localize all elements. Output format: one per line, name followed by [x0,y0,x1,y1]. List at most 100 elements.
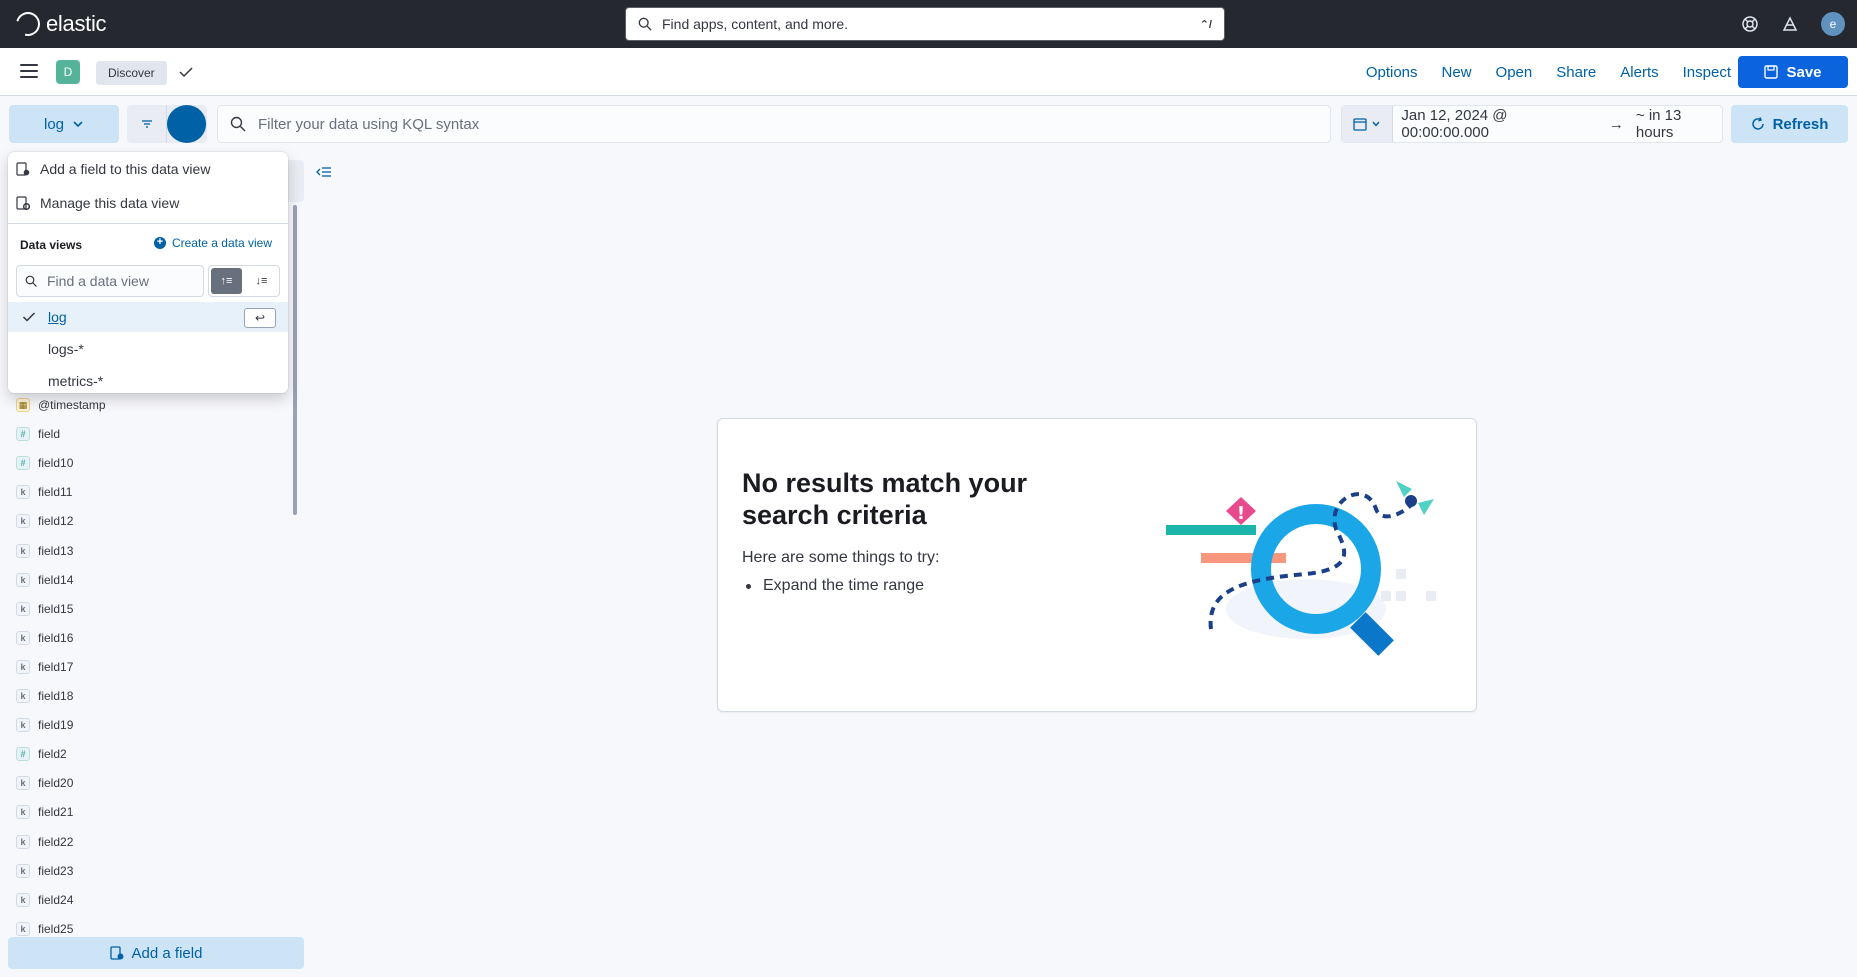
field-name: field10 [38,456,74,470]
field-name: field17 [38,660,74,674]
query-actions: + [127,105,207,143]
plus-icon: + [167,105,207,143]
collapse-sidebar-icon[interactable] [316,164,332,180]
field-list-item[interactable]: # field10 [16,452,73,474]
kql-search-input[interactable]: Filter your data using KQL syntax [217,105,1331,143]
data-view-option-label: log [48,309,67,325]
global-search-input[interactable]: Find apps, content, and more. ⌃/ [625,7,1225,41]
field-list-item[interactable]: k field11 [16,481,72,503]
refresh-button[interactable]: Refresh [1731,105,1848,143]
brand-name: elastic [46,11,107,36]
add-filter-button[interactable]: + [167,105,207,143]
start-date[interactable]: Jan 12, 2024 @ 00:00:00.000 [1401,107,1597,141]
quick-select-button[interactable] [1342,106,1394,142]
elastic-logo-icon [11,7,45,41]
field-list-item[interactable]: k field15 [16,598,73,620]
field-list-item[interactable]: k field16 [16,627,73,649]
options-link[interactable]: Options [1366,64,1418,81]
keyword-field-icon: k [16,660,30,674]
chevron-down-icon [73,121,83,128]
field-list-item[interactable]: # field2 [16,743,67,765]
global-search-placeholder: Find apps, content, and more. [662,16,848,32]
field-list-item[interactable]: k field13 [16,540,73,562]
field-name: field21 [38,805,74,819]
help-icon[interactable] [1741,15,1759,33]
sort-descending-icon[interactable]: ↓≡ [244,266,279,296]
add-field-button[interactable]: Add a field [8,937,304,969]
add-field-to-data-view-item[interactable]: Add a field to this data view [8,152,288,186]
add-field-to-data-view-label: Add a field to this data view [40,161,211,177]
field-list-item[interactable]: k field18 [16,685,73,707]
field-list-item[interactable]: k field22 [16,831,73,853]
date-field-icon: ▦ [16,398,30,412]
breadcrumb[interactable]: Discover [96,61,167,85]
add-field-icon [109,946,124,960]
data-view-picker-button[interactable]: log [9,105,119,143]
field-list-item[interactable]: k field24 [16,889,73,911]
news-feed-icon[interactable] [1781,15,1799,33]
field-list-item[interactable]: # field [16,423,60,445]
field-list-item[interactable]: k field21 [16,801,73,823]
save-button[interactable]: Save [1738,56,1848,88]
plus-icon: + [153,237,166,249]
keyword-field-icon: k [16,893,30,907]
app-header: D Discover Options New Open Share Alerts… [0,48,1857,96]
new-link[interactable]: New [1442,64,1472,81]
end-date[interactable]: ~ in 13 hours [1636,107,1722,141]
menu-toggle-icon[interactable] [20,64,38,78]
field-name: field25 [38,922,74,936]
number-field-icon: # [16,747,30,761]
suggestion-item: Expand the time range [746,577,924,595]
user-avatar[interactable]: e [1821,12,1845,36]
elastic-logo[interactable]: elastic [11,7,107,41]
data-view-search-placeholder: Find a data view [47,273,149,289]
field-name: field23 [38,864,74,878]
field-name: @timestamp [38,398,106,412]
bullet [746,583,751,589]
keyword-field-icon: k [16,602,30,616]
field-name: field24 [38,893,74,907]
data-view-option-log[interactable]: log ↩ [8,302,288,332]
sidebar-scrollbar[interactable] [293,205,297,515]
keyword-field-icon: k [16,776,30,790]
sort-buttons: ↑≡ ↓≡ [208,265,280,297]
create-data-view-link[interactable]: + Create a data view [153,236,272,250]
data-view-popover: Add a field to this data view Manage thi… [8,152,288,393]
alerts-link[interactable]: Alerts [1620,64,1658,81]
manage-data-view-item[interactable]: Manage this data view [8,186,288,220]
search-shortcut: ⌃/ [1199,18,1212,31]
number-field-icon: # [16,456,30,470]
sort-ascending-icon[interactable]: ↑≡ [211,268,242,294]
field-list-item[interactable]: k field12 [16,510,73,532]
inspect-link[interactable]: Inspect [1683,64,1731,81]
data-views-title: Data views [20,238,83,252]
search-icon [230,116,246,132]
refresh-icon [1751,117,1764,130]
keyword-field-icon: k [16,514,30,528]
add-field-label: Add a field [131,944,203,962]
chevron-down-icon [1372,121,1380,127]
check-icon [22,312,36,322]
search-icon [638,17,652,31]
field-list-item[interactable]: k field23 [16,860,73,882]
keyword-field-icon: k [16,805,30,819]
arrow-right-icon: → [1608,115,1624,133]
open-link[interactable]: Open [1496,64,1533,81]
field-list-item[interactable]: ▦ @timestamp [16,394,106,416]
create-data-view-label: Create a data view [171,236,272,250]
field-list-item[interactable]: k field17 [16,656,73,678]
space-avatar[interactable]: D [56,60,80,84]
field-name: field13 [38,544,74,558]
filter-menu-button[interactable] [127,105,167,143]
top-nav-menu: Options New Open Share Alerts Inspect [1366,48,1731,96]
share-link[interactable]: Share [1556,64,1596,81]
data-view-option-logs[interactable]: logs-* [8,334,288,364]
global-header: elastic Find apps, content, and more. ⌃/… [0,0,1857,48]
data-view-option-label: metrics-* [48,373,104,389]
field-name: field12 [38,514,74,528]
field-list-item[interactable]: k field14 [16,569,73,591]
field-list-item[interactable]: k field20 [16,772,73,794]
data-view-option-metrics[interactable]: metrics-* [8,366,288,396]
data-view-search-input[interactable]: Find a data view [16,265,204,297]
field-list-item[interactable]: k field19 [16,714,73,736]
